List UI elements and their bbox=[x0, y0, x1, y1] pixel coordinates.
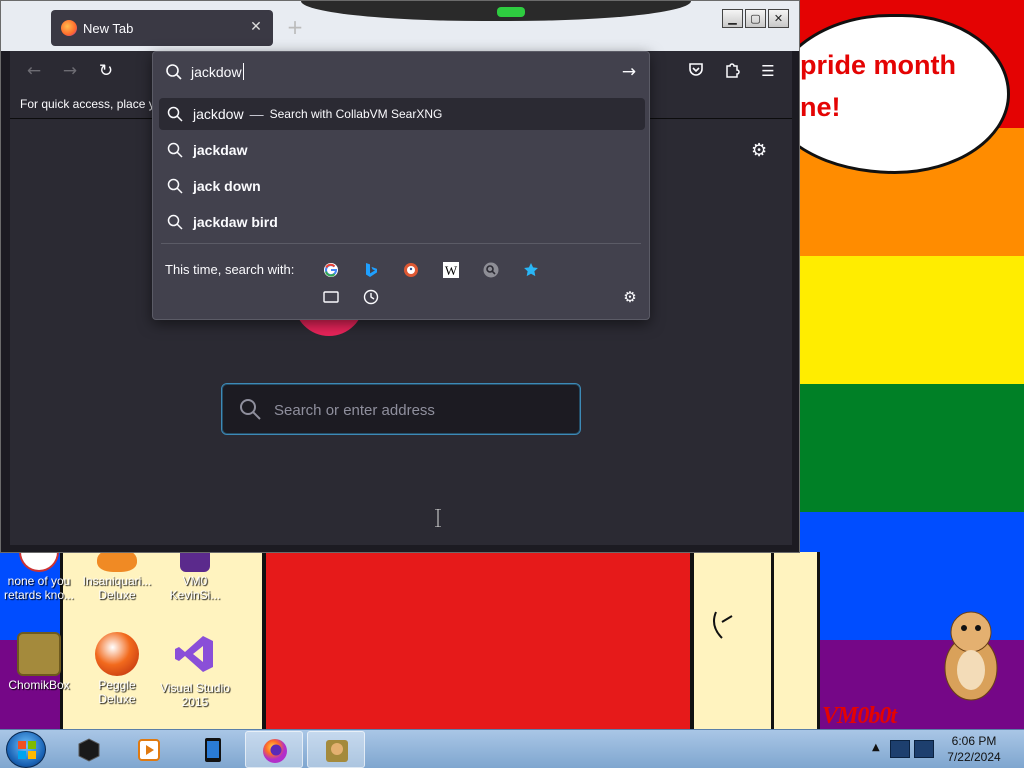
desktop-icon-visual-studio[interactable]: Visual Studio 2015 bbox=[156, 632, 234, 709]
desktop-icon-label: ChomikBox bbox=[8, 678, 70, 692]
tray-expand-icon[interactable]: ▲ bbox=[872, 742, 880, 753]
desktop-icon-label: Visual Studio 2015 bbox=[160, 681, 230, 709]
hamster-box-icon bbox=[326, 740, 348, 762]
minimize-button[interactable]: ▁ bbox=[722, 9, 743, 28]
tab-label: New Tab bbox=[83, 20, 134, 36]
taskbar-media-player[interactable] bbox=[120, 731, 178, 768]
svg-text:W: W bbox=[445, 263, 458, 278]
wikipedia-icon[interactable]: W bbox=[440, 259, 462, 281]
suggestion-separator: — bbox=[249, 106, 264, 122]
tablet-icon bbox=[205, 738, 221, 762]
search-icon bbox=[167, 142, 183, 158]
cartoon-arm bbox=[694, 552, 774, 732]
page-search-input[interactable] bbox=[274, 396, 564, 424]
urlbar-dropdown: jackdow → jackdow — Search with CollabVM… bbox=[152, 51, 650, 320]
taskbar-chomikbox[interactable] bbox=[307, 731, 365, 768]
menu-icon[interactable]: ☰ bbox=[758, 61, 778, 81]
window-controls: ▁ ▢ ✕ bbox=[722, 9, 789, 28]
suggestion-text: jackdaw bird bbox=[193, 214, 278, 230]
clock-time: 6:06 PM bbox=[951, 734, 997, 748]
close-button[interactable]: ✕ bbox=[768, 9, 789, 28]
hamster-icon bbox=[944, 611, 998, 701]
searxng-icon[interactable] bbox=[480, 259, 502, 281]
maximize-button[interactable]: ▢ bbox=[745, 9, 766, 28]
forward-arrow-icon[interactable]: → bbox=[58, 59, 82, 83]
search-icon bbox=[167, 178, 183, 194]
wallpaper-watermark: VM0b0t bbox=[822, 703, 897, 729]
media-player-icon bbox=[138, 739, 160, 761]
page-search-box[interactable] bbox=[221, 383, 581, 435]
peggle-icon bbox=[95, 632, 139, 676]
new-tab-button[interactable]: + bbox=[283, 15, 307, 39]
tabs-icon[interactable] bbox=[320, 286, 342, 308]
visual-studio-icon bbox=[175, 636, 213, 672]
taskbar-firefox[interactable] bbox=[245, 731, 303, 768]
firefox-window[interactable]: New Tab ✕ + ▁ ▢ ✕ ← → ↻ ☰ For quick acce… bbox=[0, 0, 800, 553]
desktop-icon-label: VM0 KevinSi... bbox=[169, 574, 221, 602]
suggestion-action: Search with CollabVM SearXNG bbox=[269, 107, 443, 121]
desktop-icon-peggle[interactable]: Peggle Deluxe bbox=[78, 632, 156, 706]
bing-icon[interactable] bbox=[360, 259, 382, 281]
taskbar-terminal[interactable] bbox=[60, 731, 118, 768]
suggestion-row[interactable]: jackdaw bbox=[159, 134, 645, 166]
suggestion-row[interactable]: jackdaw bird bbox=[159, 206, 645, 238]
back-arrow-icon[interactable]: ← bbox=[22, 59, 46, 83]
firefox-icon bbox=[61, 20, 77, 36]
suggestion-text: jackdaw bbox=[193, 142, 248, 158]
titlebar-decoration bbox=[301, 1, 691, 21]
urlbar-input[interactable]: jackdow → bbox=[153, 52, 649, 92]
firefox-icon bbox=[263, 739, 287, 763]
desktop-icon-none-of-you[interactable]: none of you retards kno... bbox=[0, 548, 78, 602]
taskbar-tablet-app[interactable] bbox=[184, 731, 242, 768]
search-icon bbox=[166, 64, 182, 80]
speech-bubble-text: pride month ne! bbox=[800, 50, 956, 122]
suggestion-row[interactable]: jack down bbox=[159, 170, 645, 202]
terminal-icon bbox=[78, 738, 100, 762]
cartoon-shirt bbox=[262, 552, 694, 732]
search-icon bbox=[167, 106, 183, 122]
taskbar: ▲ 6:06 PM 7/22/2024 bbox=[0, 729, 1024, 768]
search-icon bbox=[167, 214, 183, 230]
search-with-label: This time, search with: bbox=[165, 262, 295, 277]
start-button[interactable] bbox=[6, 731, 46, 768]
network-icon[interactable] bbox=[890, 740, 910, 758]
volume-icon[interactable] bbox=[914, 740, 934, 758]
taskbar-clock[interactable]: 6:06 PM 7/22/2024 bbox=[938, 733, 1010, 765]
urlbar-typed-text[interactable]: jackdow bbox=[191, 63, 244, 80]
duckduckgo-icon[interactable] bbox=[400, 259, 422, 281]
search-icon bbox=[240, 399, 261, 420]
desktop-icon-vm0-kevinsi[interactable]: VM0 KevinSi... bbox=[156, 548, 234, 602]
suggestion-row[interactable]: jackdow — Search with CollabVM SearXNG bbox=[159, 98, 645, 130]
window-titlebar[interactable]: New Tab ✕ + ▁ ▢ ✕ bbox=[1, 1, 799, 51]
desktop-icon-label: Insaniquari... Deluxe bbox=[82, 574, 152, 602]
tab-new-tab[interactable]: New Tab ✕ bbox=[51, 10, 273, 46]
google-icon[interactable] bbox=[320, 259, 342, 281]
extensions-icon[interactable] bbox=[722, 61, 742, 81]
reload-icon[interactable]: ↻ bbox=[94, 59, 118, 83]
go-arrow-icon[interactable]: → bbox=[619, 62, 639, 82]
clock-date: 7/22/2024 bbox=[947, 750, 1001, 764]
history-icon[interactable] bbox=[360, 286, 382, 308]
bookmarks-star-icon[interactable] bbox=[520, 259, 542, 281]
desktop-icon-insaniquarium[interactable]: Insaniquari... Deluxe bbox=[78, 548, 156, 602]
desktop-icon-label: none of you retards kno... bbox=[3, 574, 75, 602]
desktop-icon-label: Peggle Deluxe bbox=[98, 678, 136, 706]
pocket-icon[interactable] bbox=[686, 61, 706, 81]
tab-close-icon[interactable]: ✕ bbox=[247, 18, 265, 36]
desktop-icon-chomikbox[interactable]: ChomikBox bbox=[0, 632, 78, 692]
gear-icon[interactable]: ⚙ bbox=[751, 140, 767, 161]
mouse-cursor-icon bbox=[435, 509, 441, 527]
hamster-box-icon bbox=[17, 632, 61, 676]
suggestion-text: jack down bbox=[193, 178, 261, 194]
suggestion-text: jackdow bbox=[193, 106, 244, 122]
popup-divider bbox=[161, 243, 641, 244]
search-settings-gear-icon[interactable]: ⚙ bbox=[619, 286, 641, 308]
